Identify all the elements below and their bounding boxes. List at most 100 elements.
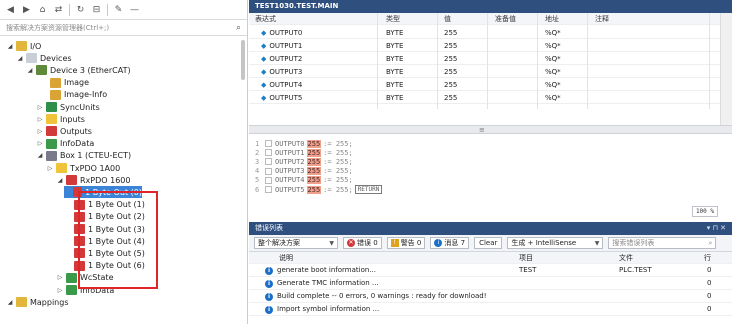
pin-icon[interactable]: — (129, 4, 140, 15)
variable-address: %Q* (545, 41, 561, 50)
code-line[interactable]: 5 OUTPUT4 255:= 255; (255, 176, 353, 185)
tree-item[interactable]: ◢ Mappings (6, 296, 69, 308)
home-icon[interactable]: ⌂ (37, 4, 48, 15)
error-icon: ✕ (347, 239, 355, 247)
col-prepared-value[interactable]: 准备值 (495, 14, 516, 24)
table-row[interactable]: ◆ OUTPUT1 BYTE 255 %Q* (249, 40, 732, 52)
col-value[interactable]: 值 (444, 14, 451, 24)
code-variable: OUTPUT4 (275, 176, 305, 185)
tree-node-icon (36, 65, 47, 76)
expand-toggle-icon[interactable]: ◢ (56, 177, 64, 184)
zoom-level[interactable]: 100 % (691, 206, 718, 217)
tree-item[interactable]: Image-Info (40, 89, 107, 101)
code-line[interactable]: 3 OUTPUT2 255:= 255; (255, 157, 353, 166)
editor-splitter[interactable]: ≡ (249, 125, 732, 134)
warnings-filter[interactable]: ! 警告 0 (386, 237, 426, 249)
error-description-text: generate boot information... (277, 266, 376, 274)
variable-value: 255 (444, 93, 458, 102)
table-row[interactable]: ◆ OUTPUT5 BYTE 255 %Q* (249, 92, 732, 104)
error-line: 0 (707, 279, 712, 287)
code-line[interactable]: 2 OUTPUT1 255:= 255; (255, 148, 353, 157)
col-expression[interactable]: 表达式 (255, 14, 276, 24)
tree-node-icon (66, 175, 77, 186)
tree-item[interactable]: Image (40, 77, 89, 89)
code-editor[interactable]: 1 OUTPUT0 255:= 255; 2 OUTPUT1 255:= 255; 3 OUT… (249, 134, 732, 218)
column-divider (487, 13, 488, 109)
col-line[interactable]: 行 (704, 253, 711, 263)
online-value[interactable]: 255 (306, 176, 322, 185)
table-row[interactable]: ◆ OUTPUT4 BYTE 255 %Q* (249, 79, 732, 91)
error-search-input[interactable]: 搜索错误列表 ⌕ (608, 237, 717, 249)
wrench-icon[interactable]: ✎ (113, 4, 124, 15)
expand-toggle-icon[interactable]: ▷ (56, 287, 64, 294)
tree-item[interactable]: ◢ RxPDO 1600 (56, 174, 130, 186)
expand-toggle-icon[interactable]: ◢ (36, 152, 44, 159)
col-description[interactable]: 说明 (279, 253, 293, 263)
col-type[interactable]: 类型 (386, 14, 400, 24)
expand-toggle-icon[interactable]: ◢ (6, 43, 14, 50)
error-description-text: Generate TMC information ... (277, 279, 379, 287)
clear-button[interactable]: Clear (474, 237, 503, 249)
code-line[interactable]: 6 OUTPUT5 255:= 255; RETURN (255, 185, 383, 194)
col-file[interactable]: 文件 (619, 253, 633, 263)
error-list-title-text: 错误列表 (255, 224, 283, 232)
tree-item[interactable]: ▷ InfoData (36, 138, 94, 150)
tree-item[interactable]: ▷ SyncUnits (36, 101, 100, 113)
tree-item[interactable]: ◢ Devices (16, 52, 72, 64)
table-row[interactable]: i Import symbol information ... 0 (249, 304, 732, 316)
search-icon[interactable]: ⌕ (236, 23, 241, 33)
online-value[interactable]: 255 (306, 148, 322, 157)
expand-toggle-icon[interactable]: ▷ (36, 116, 44, 123)
col-project[interactable]: 项目 (519, 253, 533, 263)
tree-item[interactable]: ▷ Outputs (36, 125, 92, 137)
expand-toggle-icon[interactable]: ◢ (16, 55, 24, 62)
code-assignment: := 255; (323, 167, 353, 176)
refresh-icon[interactable]: ↻ (75, 4, 86, 15)
explorer-scrollbar[interactable] (241, 40, 245, 80)
table-row[interactable]: ◆ OUTPUT0 BYTE 255 %Q* (249, 27, 732, 39)
tree-item[interactable]: ▷ TxPDO 1A00 (46, 162, 120, 174)
expand-toggle-icon[interactable]: ◢ (6, 299, 14, 306)
search-icon[interactable]: ⌕ (708, 239, 712, 248)
grip-icon[interactable]: ≡ (479, 126, 485, 134)
forward-icon[interactable]: ▶ (21, 4, 32, 15)
table-row[interactable]: i generate boot information... TEST PLC.TES… (249, 265, 732, 277)
messages-filter[interactable]: i 消息 7 (430, 237, 470, 249)
scope-dropdown[interactable]: 整个解决方案 ▼ (254, 237, 338, 249)
code-line[interactable]: 1 OUTPUT0 255:= 255; (255, 139, 353, 148)
table-row[interactable]: ◆ OUTPUT2 BYTE 255 %Q* (249, 53, 732, 65)
error-list-toolbar: 整个解决方案 ▼ ✕ 错误 0 ! 警告 0 i 消息 7 Clear 生成 +… (249, 235, 732, 252)
table-row[interactable]: i Build complete -- 0 errors, 0 warnings … (249, 291, 732, 303)
variable-address: %Q* (545, 80, 561, 89)
expand-toggle-icon[interactable]: ▷ (56, 274, 64, 281)
tree-node-icon (46, 138, 57, 149)
online-value[interactable]: 255 (306, 139, 322, 148)
sync-icon[interactable]: ⇄ (53, 4, 64, 15)
expand-toggle-icon[interactable]: ▷ (36, 104, 44, 111)
code-line[interactable]: 4 OUTPUT3 255:= 255; (255, 167, 353, 176)
expand-toggle-icon[interactable]: ▷ (46, 165, 54, 172)
tree-item[interactable]: ◢ I/O (6, 40, 41, 52)
panel-controls-icon[interactable]: ▾ ⊓ ✕ (707, 222, 726, 235)
errors-filter[interactable]: ✕ 错误 0 (343, 237, 382, 249)
back-icon[interactable]: ◀ (5, 4, 16, 15)
tree-item[interactable]: ▷ Inputs (36, 113, 85, 125)
expand-toggle-icon[interactable]: ▷ (36, 140, 44, 147)
table-row[interactable]: i Generate TMC information ... 0 (249, 278, 732, 290)
table-scrollbar[interactable] (720, 13, 732, 125)
build-filter-dropdown[interactable]: 生成 + IntelliSense ▼ (507, 237, 604, 249)
tree-item[interactable]: ◢ Device 3 (EtherCAT) (26, 64, 131, 76)
online-value[interactable]: 255 (306, 157, 322, 166)
online-value[interactable]: 255 (306, 167, 322, 176)
col-comment[interactable]: 注释 (595, 14, 609, 24)
expand-toggle-icon[interactable]: ▷ (36, 128, 44, 135)
col-address[interactable]: 地址 (545, 14, 559, 24)
table-row[interactable]: ◆ OUTPUT3 BYTE 255 %Q* (249, 66, 732, 78)
line-number: 2 (255, 148, 260, 157)
collapse-icon[interactable]: ⊟ (91, 4, 102, 15)
explorer-search[interactable]: 搜索解决方案资源管理器(Ctrl+;) ⌕ (0, 20, 247, 36)
online-value[interactable]: 255 (306, 185, 322, 194)
tree-item[interactable]: ◢ Box 1 (CTEU-ECT) (36, 150, 131, 162)
variable-icon: ◆ (261, 41, 267, 50)
expand-toggle-icon[interactable]: ◢ (26, 67, 34, 74)
